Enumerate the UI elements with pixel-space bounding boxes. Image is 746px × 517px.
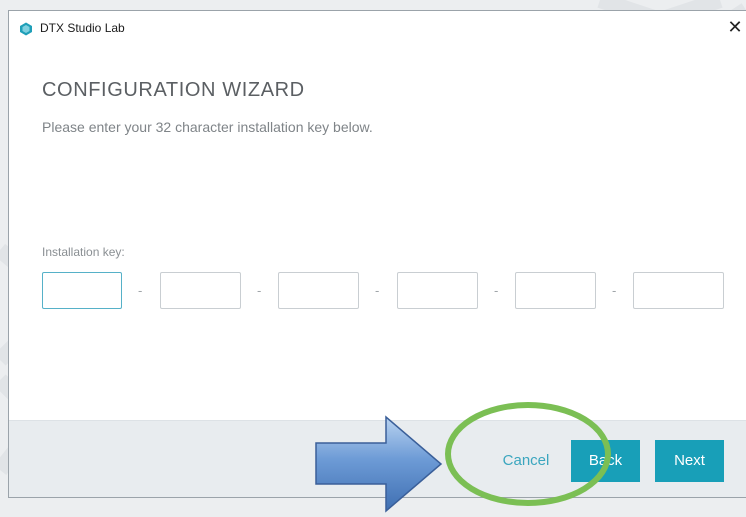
installation-key-field-4[interactable] (397, 272, 478, 309)
title-bar: DTX Studio Lab ✕ (9, 11, 746, 45)
window-title: DTX Studio Lab (40, 21, 125, 35)
installation-key-label: Installation key: (42, 245, 125, 259)
key-separator: - (375, 283, 380, 298)
back-button[interactable]: Back (571, 440, 640, 482)
next-button[interactable]: Next (655, 440, 724, 482)
installation-key-field-6[interactable] (633, 272, 724, 309)
dialog-footer: Cancel Back Next (9, 420, 746, 497)
installation-key-field-3[interactable] (278, 272, 359, 309)
installation-key-field-5[interactable] (515, 272, 596, 309)
dtx-logo-icon (20, 22, 32, 36)
key-separator: - (494, 283, 499, 298)
dialog-window: DTX Studio Lab ✕ CONFIGURATION WIZARD Pl… (8, 10, 746, 498)
close-button[interactable]: ✕ (721, 11, 746, 43)
installation-key-field-1[interactable] (42, 272, 122, 309)
key-separator: - (138, 283, 143, 298)
key-separator: - (257, 283, 262, 298)
page-title: CONFIGURATION WIZARD (42, 79, 305, 101)
page-subtitle: Please enter your 32 character installat… (42, 119, 373, 135)
key-separator: - (612, 283, 617, 298)
installation-key-field-2[interactable] (160, 272, 241, 309)
cancel-button[interactable]: Cancel (491, 440, 561, 482)
